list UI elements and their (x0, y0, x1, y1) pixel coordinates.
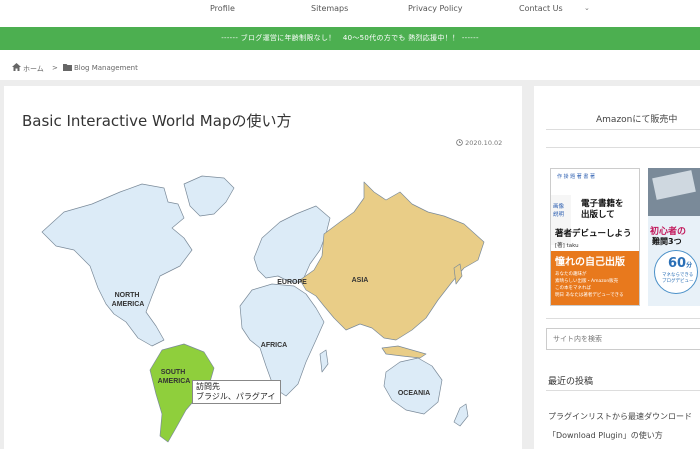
recent-posts-title: 最近の投稿 (548, 377, 594, 387)
breadcrumb-category-link[interactable]: Blog Management (74, 64, 138, 72)
map-region-north-america[interactable] (41, 183, 193, 347)
map-label-oceania: OCEANIA (398, 390, 430, 397)
book1-author: [著] taku (555, 243, 579, 249)
folder-icon (63, 64, 72, 71)
map-region-indonesia[interactable] (381, 345, 427, 359)
breadcrumb-home-link[interactable]: ホーム (23, 64, 44, 74)
chevron-down-icon[interactable]: ⌄ (584, 4, 590, 12)
map-tooltip: 訪問先 ブラジル、パラグアイ (192, 380, 281, 404)
map-region-japan[interactable] (453, 263, 463, 285)
book2-minutes: 60分 (668, 256, 692, 271)
book1-title-line2: 出版して (581, 210, 615, 220)
amazon-widget-title: Amazonにて販売中 (596, 115, 678, 125)
book-cover-ebook-publishing[interactable]: 作 掛 題 著 書 著 画像 説明 電子書籍を 出版して 著者デビューしよう [著… (550, 168, 640, 306)
site-search-input[interactable] (546, 328, 700, 350)
book1-orange-desc: あなたの趣味が 素晴らしい出版・Amazon販売 この本をマネれば 明日 あなたは著者… (555, 272, 624, 298)
tooltip-title: 訪問先 (196, 382, 220, 391)
page-title: Basic Interactive World Mapの使い方 (22, 112, 292, 130)
world-map: NORTH AMERICA EUROPE AFRICA ASIA OCEANIA… (41, 175, 485, 443)
map-label-africa: AFRICA (261, 342, 287, 349)
nav-profile-link[interactable]: Profile (210, 4, 235, 13)
book1-top-text: 作 掛 題 著 書 著 (557, 174, 595, 180)
book1-title: 電子書籍を 出版して (581, 199, 624, 221)
divider (546, 390, 700, 391)
map-label-europe: EUROPE (277, 279, 307, 286)
map-label-north-america-line1: NORTH (115, 292, 140, 299)
map-label-north-america-line2: AMERICA (112, 301, 145, 308)
breadcrumb-separator: > (52, 64, 58, 72)
book2-title-line2: 難関3つ (652, 237, 682, 246)
book2-caption: マネならできる ブログデビュー (662, 273, 694, 284)
map-region-madagascar[interactable] (319, 349, 329, 373)
recent-post-link[interactable]: 「Download Plugin」の使い方 (548, 430, 663, 441)
announcement-banner: ------ ブログ運営に年齢制限なし！ 40～50代の方でも 熱烈応援中！！ … (0, 27, 700, 50)
book1-title-line1: 電子書籍を (581, 199, 624, 209)
map-region-greenland[interactable] (183, 175, 235, 217)
book1-side-text: 画像 説明 (553, 204, 565, 218)
divider (546, 129, 700, 130)
nav-sitemaps-link[interactable]: Sitemaps (311, 4, 348, 13)
book1-subtitle: 著者デビューしよう (555, 229, 632, 239)
map-label-south-america-line2: AMERICA (158, 378, 191, 385)
post-date: 2020.10.02 (456, 139, 502, 147)
clock-icon (456, 139, 463, 146)
book2-minutes-unit: 分 (686, 262, 693, 269)
book-cover-blog-debut[interactable]: 初心者の 難関3つ 60分 マネならできる ブログデビュー (648, 168, 700, 306)
map-label-asia: ASIA (352, 277, 369, 284)
nav-contact-link[interactable]: Contact Us (519, 4, 563, 13)
home-icon (12, 63, 21, 71)
book2-minutes-number: 60 (668, 256, 687, 271)
breadcrumb: ホーム > Blog Management (0, 50, 700, 80)
recent-post-link[interactable]: プラグインリストから最速ダウンロード (548, 411, 692, 422)
top-navigation: Profile Sitemaps Privacy Policy Contact … (0, 0, 700, 27)
map-region-new-zealand[interactable] (453, 403, 469, 427)
map-label-south-america-line1: SOUTH (161, 369, 186, 376)
tooltip-body: ブラジル、パラグアイ (196, 392, 276, 401)
nav-privacy-link[interactable]: Privacy Policy (408, 4, 463, 13)
post-date-text: 2020.10.02 (465, 139, 503, 147)
map-region-oceania[interactable] (383, 357, 443, 415)
book1-orange-title: 憧れの自己出版 (555, 257, 625, 268)
map-region-asia[interactable] (299, 181, 485, 341)
